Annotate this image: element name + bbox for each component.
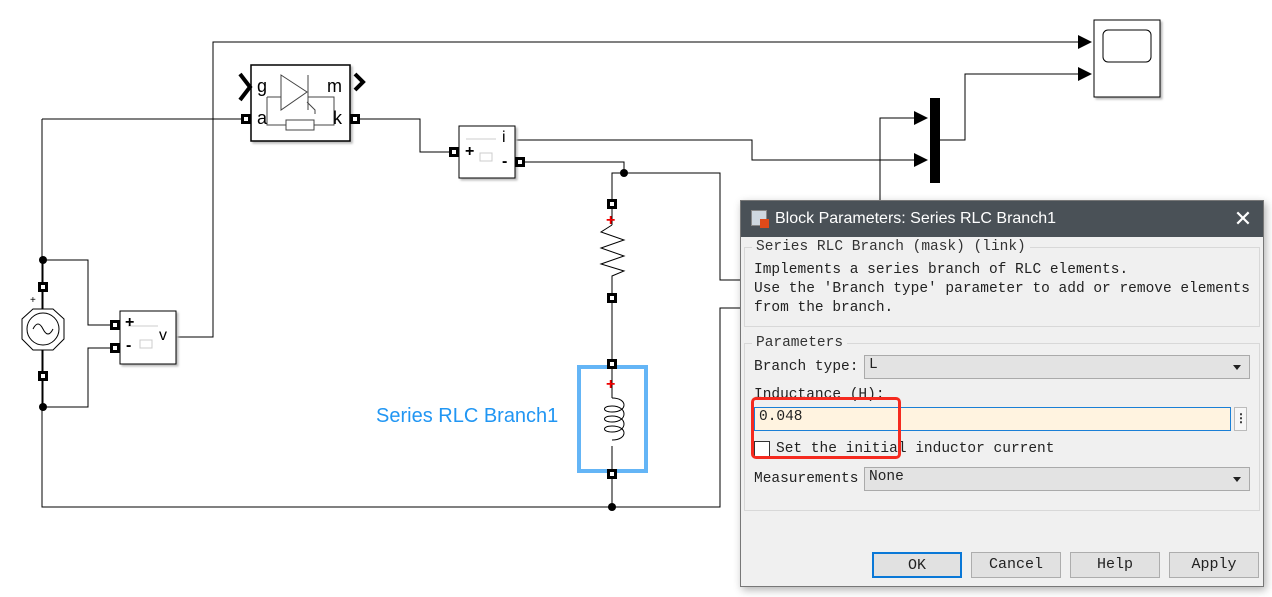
- description-line: Implements a series branch of RLC elemen…: [754, 262, 1129, 278]
- mask-legend: Series RLC Branch (mask) (link): [756, 239, 1026, 255]
- arrow-icon: [1078, 67, 1092, 81]
- cancel-button[interactable]: Cancel: [971, 552, 1061, 578]
- arrow-icon: [914, 111, 928, 125]
- arrow-icon: [914, 153, 928, 167]
- mask-description: Implements a series branch of RLC elemen…: [754, 255, 1250, 326]
- branch-type-select[interactable]: L: [864, 355, 1250, 379]
- wire[interactable]: [42, 347, 115, 408]
- mux-block[interactable]: [930, 98, 940, 183]
- port-label-minus: -: [502, 153, 508, 170]
- wire[interactable]: [940, 73, 1078, 141]
- port-label-k: k: [333, 108, 342, 128]
- wire[interactable]: [515, 139, 914, 161]
- ac-voltage-source[interactable]: +: [21, 291, 65, 372]
- port-label-plus: +: [125, 314, 135, 331]
- description-line: from the branch.: [754, 300, 894, 316]
- close-icon[interactable]: ✕: [1223, 206, 1263, 232]
- port-label-minus: -: [126, 337, 132, 354]
- scope-block[interactable]: [1093, 19, 1161, 98]
- more-options-icon[interactable]: ⋮: [1234, 407, 1247, 431]
- block-name-label[interactable]: Series RLC Branch1: [376, 405, 558, 428]
- port-label-plus: +: [465, 143, 475, 160]
- ok-button[interactable]: OK: [872, 552, 962, 578]
- port-label-v: v: [159, 327, 167, 344]
- junction-dot: [39, 403, 47, 411]
- block-parameters-dialog: Block Parameters: Series RLC Branch1 ✕ S…: [740, 200, 1264, 587]
- help-button[interactable]: Help: [1070, 552, 1160, 578]
- svg-text:+: +: [606, 376, 615, 393]
- wire[interactable]: [611, 172, 740, 281]
- junction-dot: [608, 503, 616, 511]
- measurements-select[interactable]: None: [864, 467, 1250, 491]
- wire[interactable]: [879, 117, 914, 200]
- parameters-legend: Parameters: [756, 335, 844, 351]
- series-rlc-branch-resistor[interactable]: +: [599, 208, 626, 294]
- simulink-app-icon: [751, 210, 769, 228]
- port-label-m: m: [327, 76, 342, 96]
- wire[interactable]: [355, 118, 452, 153]
- arrow-icon: [1078, 35, 1092, 49]
- dialog-title: Block Parameters: Series RLC Branch1: [775, 210, 1056, 227]
- port-label-g: g: [257, 76, 268, 96]
- apply-button[interactable]: Apply: [1169, 552, 1259, 578]
- svg-text:+: +: [30, 295, 36, 306]
- dialog-titlebar[interactable]: Block Parameters: Series RLC Branch1 ✕: [741, 201, 1263, 237]
- branch-type-label: Branch type:: [754, 359, 859, 375]
- wire[interactable]: [520, 161, 625, 173]
- highlight-annotation: [751, 397, 901, 459]
- mask-group: Series RLC Branch (mask) (link) Implemen…: [744, 239, 1260, 327]
- port-label-a: a: [257, 108, 268, 128]
- junction-dot: [620, 169, 628, 177]
- svg-text:+: +: [606, 212, 615, 229]
- junction-dot: [39, 256, 47, 264]
- description-line: Use the 'Branch type' parameter to add o…: [754, 281, 1250, 297]
- series-rlc-branch1-inductor[interactable]: +: [577, 365, 648, 473]
- measurements-label: Measurements: [754, 471, 859, 487]
- port-label-i: i: [502, 129, 506, 146]
